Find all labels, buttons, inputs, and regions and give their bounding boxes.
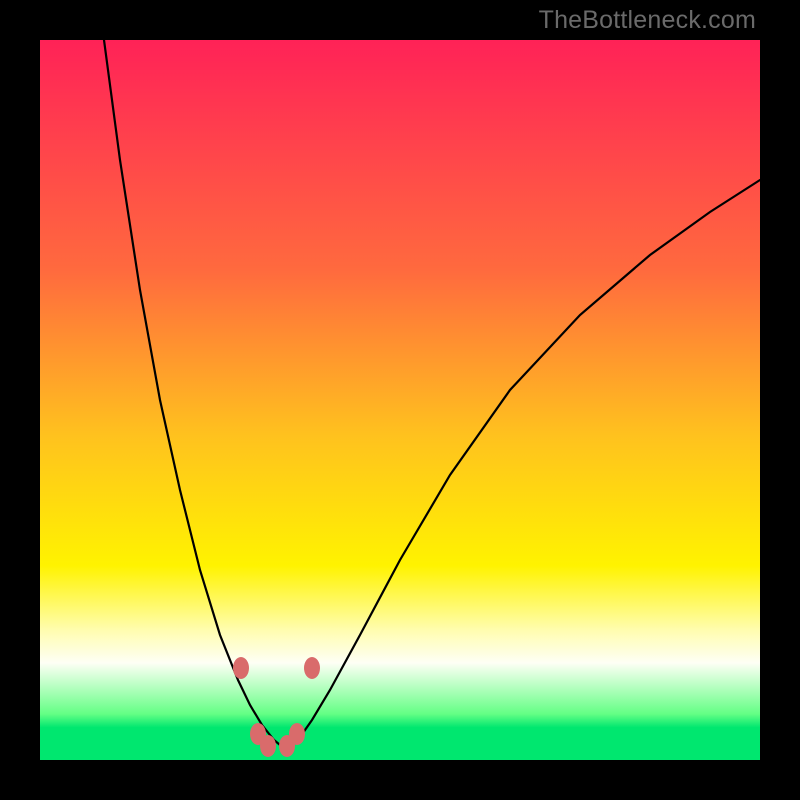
curve-marker-0: [233, 657, 249, 679]
bottleneck-curve: [40, 40, 760, 760]
curve-marker-1: [304, 657, 320, 679]
curve-marker-4: [260, 735, 276, 757]
curve-marker-5: [279, 735, 295, 757]
plot-area: [40, 40, 760, 760]
watermark-text: TheBottleneck.com: [539, 6, 756, 35]
curve-left-branch: [104, 40, 286, 750]
curve-right-branch: [286, 180, 760, 750]
